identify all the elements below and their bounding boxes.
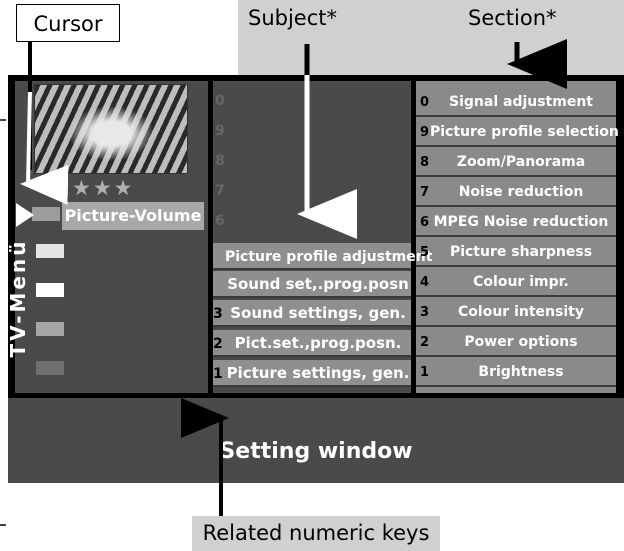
pointer-lines bbox=[0, 39, 567, 526]
cursor-pointer-arrow bbox=[20, 91, 69, 205]
